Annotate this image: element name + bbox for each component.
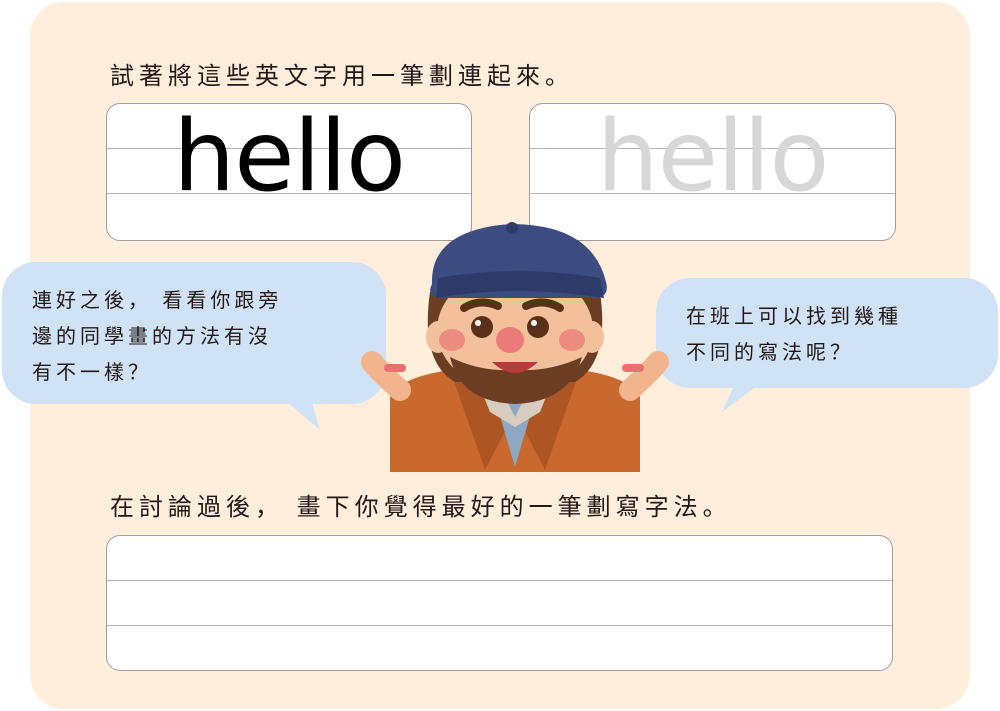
guide-line (107, 625, 892, 626)
instruction-top: 試著將這些英文字用一筆劃連起來。 (110, 62, 574, 90)
bubble-left-line1: 連好之後， 看看你跟旁 (32, 288, 283, 312)
example-word: hello (173, 103, 406, 214)
speech-bubble-right-tail (722, 382, 762, 412)
instruction-bottom: 在討論過後， 畫下你覺得最好的一筆劃寫字法。 (110, 493, 732, 521)
teacher-character-illustration (361, 222, 669, 472)
answer-writing-box[interactable] (106, 535, 893, 671)
trace-word: hello (596, 103, 830, 214)
speech-bubble-right: 在班上可以找到幾種 不同的寫法呢？ (656, 278, 998, 388)
bubble-left-line3: 有不一樣？ (32, 360, 152, 384)
speech-bubble-left-tail (280, 396, 320, 430)
guide-line (107, 580, 892, 581)
bubble-right-line1: 在班上可以找到幾種 (686, 304, 902, 328)
speech-bubble-left: 連好之後， 看看你跟旁 邊的同學畫的方法有沒 有不一樣？ (2, 262, 386, 404)
bubble-left-line2: 邊的同學畫的方法有沒 (32, 324, 272, 348)
bubble-right-line2: 不同的寫法呢？ (686, 340, 854, 364)
